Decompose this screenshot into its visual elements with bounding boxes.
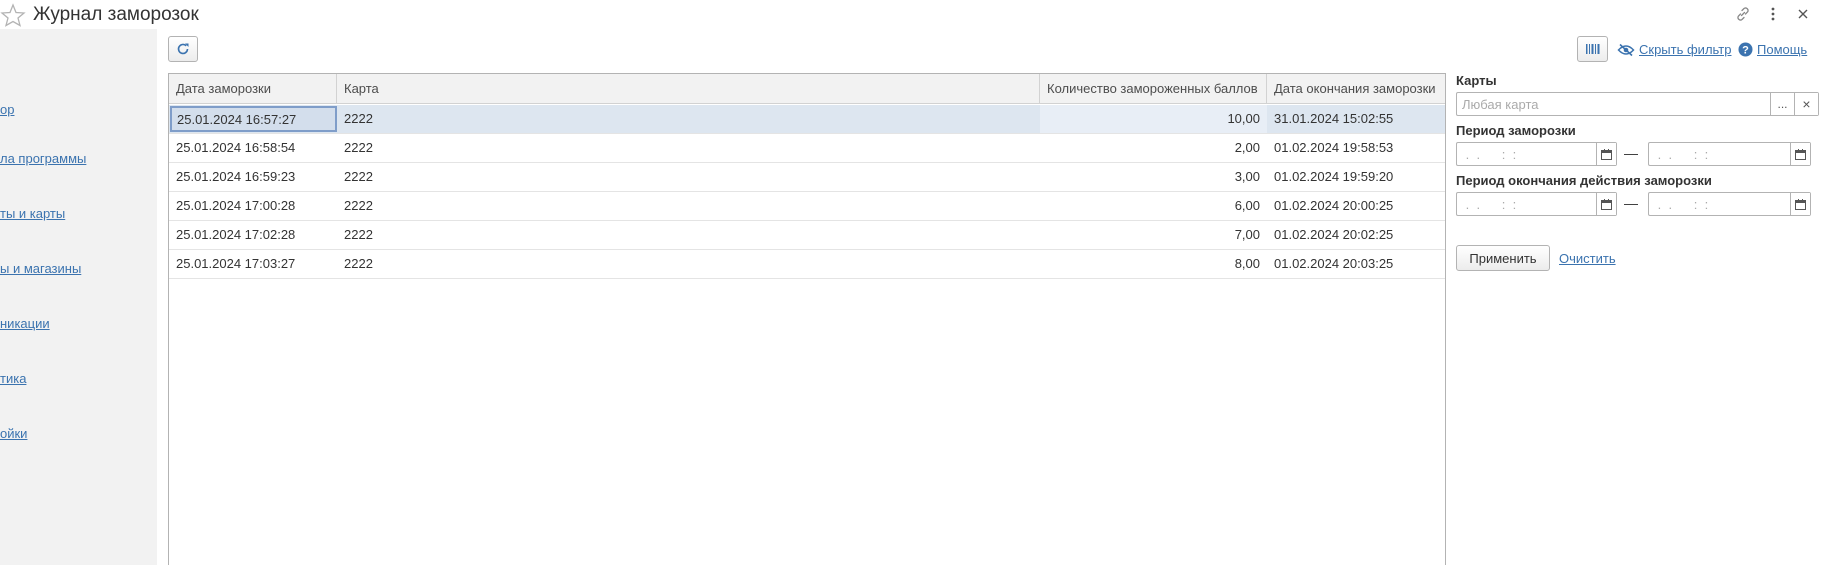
end-period-from-field: [1456, 192, 1617, 216]
cell-frozen-points: 6,00: [1234, 198, 1260, 213]
calendar-icon: [1601, 148, 1612, 160]
hide-filter-link[interactable]: Скрыть фильтр: [1617, 42, 1731, 57]
help-icon: ?: [1738, 42, 1753, 57]
favorite-star-icon[interactable]: [0, 3, 26, 27]
section-sidebar: ор ла программы ты и карты ы и магазины …: [0, 29, 157, 565]
sidebar-item-0[interactable]: ор: [0, 102, 14, 117]
column-header-frozen-points[interactable]: Количество замороженных баллов: [1040, 74, 1267, 103]
table-row[interactable]: 25.01.2024 16:57:27 2222 10,00 31.01.202…: [169, 105, 1445, 134]
cell-frozen-points: 7,00: [1234, 227, 1260, 242]
column-header-freeze-date[interactable]: Дата заморозки: [169, 74, 337, 103]
table-row[interactable]: 25.01.2024 16:59:23 2222 3,00 01.02.2024…: [169, 163, 1445, 192]
clear-filter-link[interactable]: Очистить: [1559, 251, 1616, 266]
sidebar-item-4[interactable]: никации: [0, 316, 50, 331]
freeze-period-from-field: [1456, 142, 1617, 166]
end-period-from-calendar-button[interactable]: [1596, 193, 1616, 215]
cell-end-date: 01.02.2024 19:58:53: [1274, 140, 1394, 155]
svg-text:?: ?: [1742, 44, 1749, 56]
cell-end-date: 01.02.2024 19:59:20: [1274, 169, 1394, 184]
refresh-button[interactable]: [168, 36, 198, 62]
table-row[interactable]: 25.01.2024 16:58:54 2222 2,00 01.02.2024…: [169, 134, 1445, 163]
end-period-to-input[interactable]: [1649, 193, 1791, 215]
cell-card: 2222: [344, 198, 373, 213]
cell-end-date: 01.02.2024 20:02:25: [1274, 227, 1394, 242]
cell-end-date: 01.02.2024 20:00:25: [1274, 198, 1394, 213]
freeze-period-to-field: [1648, 142, 1811, 166]
sidebar-item-3[interactable]: ы и магазины: [0, 261, 81, 276]
cell-card: 2222: [344, 256, 373, 271]
cell-freeze-date: 25.01.2024 17:03:27: [176, 256, 296, 271]
eye-crossed-icon: [1617, 43, 1635, 56]
cell-frozen-points: 2,00: [1234, 140, 1260, 155]
close-icon[interactable]: [1794, 5, 1812, 23]
sidebar-item-5[interactable]: тика: [0, 371, 26, 386]
cards-filter-label: Карты: [1456, 73, 1497, 88]
freeze-period-to-calendar-button[interactable]: [1790, 143, 1810, 165]
cell-end-date: 31.01.2024 15:02:55: [1274, 111, 1394, 126]
sidebar-item-2[interactable]: ты и карты: [0, 206, 65, 221]
barcode-button[interactable]: [1577, 36, 1608, 62]
cards-filter-field: ... ×: [1456, 92, 1819, 116]
cell-card: 2222: [344, 227, 373, 242]
range-dash: —: [1624, 195, 1638, 211]
sidebar-item-6[interactable]: ойки: [0, 426, 27, 441]
cell-card: 2222: [344, 140, 373, 155]
barcode-icon: [1585, 44, 1599, 54]
cards-filter-input[interactable]: [1457, 93, 1767, 115]
column-header-end-date[interactable]: Дата окончания заморозки: [1267, 74, 1445, 103]
end-period-to-field: [1648, 192, 1811, 216]
help-link[interactable]: ? Помощь: [1738, 42, 1807, 57]
page-title: Журнал заморозок: [33, 4, 199, 25]
freeze-journal-table: Дата заморозки Карта Количество замороже…: [168, 73, 1446, 565]
calendar-icon: [1601, 198, 1612, 210]
cell-frozen-points: 3,00: [1234, 169, 1260, 184]
end-period-from-input[interactable]: [1457, 193, 1597, 215]
cell-freeze-date: 25.01.2024 16:59:23: [176, 169, 296, 184]
cell-end-date: 01.02.2024 20:03:25: [1274, 256, 1394, 271]
end-period-label: Период окончания действия заморозки: [1456, 173, 1712, 188]
end-period-to-calendar-button[interactable]: [1790, 193, 1810, 215]
calendar-icon: [1795, 198, 1806, 210]
cell-freeze-date: 25.01.2024 17:02:28: [176, 227, 296, 242]
apply-button[interactable]: Применить: [1456, 245, 1550, 271]
cell-card: 2222: [344, 169, 373, 184]
table-header: Дата заморозки Карта Количество замороже…: [169, 74, 1445, 104]
more-actions-icon[interactable]: [1764, 5, 1782, 23]
cell-freeze-date: 25.01.2024 17:00:28: [176, 198, 296, 213]
freeze-period-label: Период заморозки: [1456, 123, 1576, 138]
cell-freeze-date: 25.01.2024 16:58:54: [176, 140, 296, 155]
form-header: Журнал заморозок: [0, 0, 1824, 29]
refresh-icon: [177, 43, 189, 55]
table-row[interactable]: 25.01.2024 17:03:27 2222 8,00 01.02.2024…: [169, 250, 1445, 279]
calendar-icon: [1795, 148, 1806, 160]
table-row[interactable]: 25.01.2024 17:02:28 2222 7,00 01.02.2024…: [169, 221, 1445, 250]
hide-filter-label: Скрыть фильтр: [1639, 42, 1732, 57]
cell-frozen-points: 8,00: [1234, 256, 1260, 271]
freeze-period-from-calendar-button[interactable]: [1596, 143, 1616, 165]
link-icon[interactable]: [1734, 5, 1752, 23]
cards-clear-button[interactable]: ×: [1794, 93, 1818, 115]
column-header-card[interactable]: Карта: [337, 74, 1040, 103]
sidebar-item-1[interactable]: ла программы: [0, 151, 86, 166]
cell-frozen-points: 10,00: [1040, 105, 1267, 133]
cell-card: 2222: [344, 111, 373, 126]
range-dash: —: [1624, 145, 1638, 161]
cell-freeze-date: 25.01.2024 16:57:27: [170, 106, 337, 132]
cards-select-button[interactable]: ...: [1770, 93, 1794, 115]
freeze-period-from-input[interactable]: [1457, 143, 1597, 165]
help-label: Помощь: [1757, 42, 1808, 57]
table-row[interactable]: 25.01.2024 17:00:28 2222 6,00 01.02.2024…: [169, 192, 1445, 221]
freeze-period-to-input[interactable]: [1649, 143, 1791, 165]
